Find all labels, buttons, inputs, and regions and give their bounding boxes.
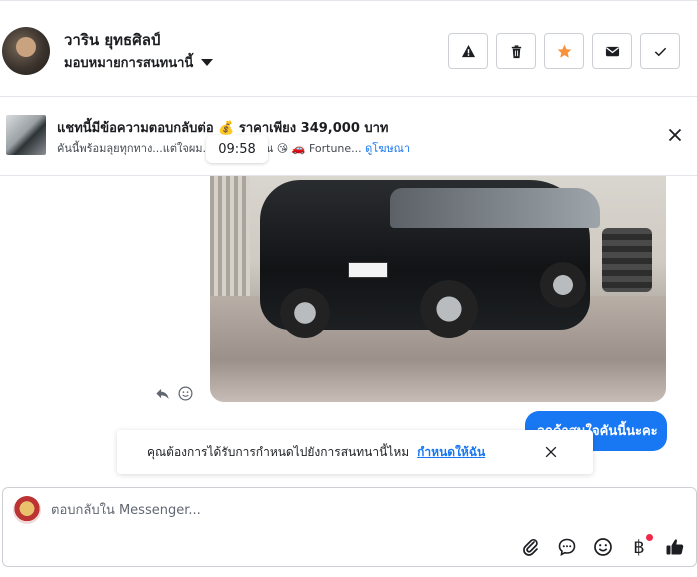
photo-car-window — [390, 188, 600, 228]
envelope-icon — [605, 46, 619, 56]
conversation-header: วาริน ยุทธศิลป์ มอบหมายการสนทนานี้ — [0, 0, 697, 95]
attach-button[interactable] — [520, 536, 542, 558]
message-thread[interactable]: ลูกค้าสนใจคันนี้นะคะ คุณต้องการได้รับการ… — [0, 176, 697, 486]
close-icon[interactable] — [667, 127, 683, 143]
page-avatar — [13, 496, 41, 524]
thumbs-up-icon — [666, 539, 684, 555]
close-icon[interactable] — [544, 445, 558, 459]
photo-wall — [210, 176, 250, 316]
reply-input[interactable] — [51, 498, 651, 522]
smiley-icon[interactable] — [178, 386, 193, 401]
assign-to-me-link[interactable]: กำหนดให้ฉัน — [417, 443, 485, 462]
photo-front-wheel — [420, 280, 478, 338]
contact-avatar[interactable] — [2, 27, 50, 75]
photo-license-plate — [348, 262, 388, 278]
assign-conversation[interactable]: มอบหมายการสนทนานี้ — [64, 52, 214, 73]
photo-rear-wheel — [540, 262, 586, 308]
message-actions — [155, 386, 193, 401]
check-icon — [654, 47, 666, 56]
contact-name[interactable]: วาริน ยุทธศิลป์ — [64, 28, 160, 52]
chat-bubble-icon — [558, 538, 576, 556]
mark-unread-button[interactable] — [592, 33, 632, 69]
baht-icon: ฿ — [633, 536, 645, 558]
photo-tire-stack — [602, 228, 652, 292]
smiley-icon — [594, 538, 612, 556]
ad-thumbnail[interactable] — [6, 115, 46, 155]
trash-icon — [511, 44, 521, 58]
star-icon — [557, 44, 571, 58]
composer-toolbar: ฿ — [520, 534, 686, 558]
view-ad-link[interactable]: ดูโฆษณา — [365, 142, 410, 155]
paperclip-icon — [523, 539, 538, 556]
warning-icon — [461, 44, 475, 57]
reply-composer: ฿ — [2, 487, 697, 567]
message-photo[interactable] — [210, 176, 666, 402]
assign-prompt: คุณต้องการได้รับการกำหนดไปยังการสนทนานี้… — [117, 430, 593, 474]
messenger-inbox-view: วาริน ยุทธศิลป์ มอบหมายการสนทนานี้ แชทนี… — [0, 0, 697, 577]
header-actions — [448, 33, 680, 69]
report-button[interactable] — [448, 33, 488, 69]
done-button[interactable] — [640, 33, 680, 69]
reply-icon[interactable] — [155, 386, 170, 401]
timestamp-tooltip: 09:58 — [206, 135, 268, 163]
like-button[interactable] — [664, 536, 686, 558]
payment-button[interactable]: ฿ — [628, 534, 653, 558]
chevron-down-icon[interactable] — [201, 59, 214, 66]
emoji-button[interactable] — [592, 536, 614, 558]
assign-prompt-text: คุณต้องการได้รับการกำหนดไปยังการสนทนานี้… — [147, 444, 410, 459]
notification-dot — [646, 534, 653, 541]
ad-context-banner: แชทนี้มีข้อความตอบกลับต่อ 💰 ราคาเพียง 34… — [0, 96, 697, 176]
assign-label: มอบหมายการสนทนานี้ — [64, 56, 194, 71]
delete-button[interactable] — [496, 33, 536, 69]
photo-left-wheel — [280, 288, 330, 338]
star-button[interactable] — [544, 33, 584, 69]
saved-replies-button[interactable] — [556, 536, 578, 558]
